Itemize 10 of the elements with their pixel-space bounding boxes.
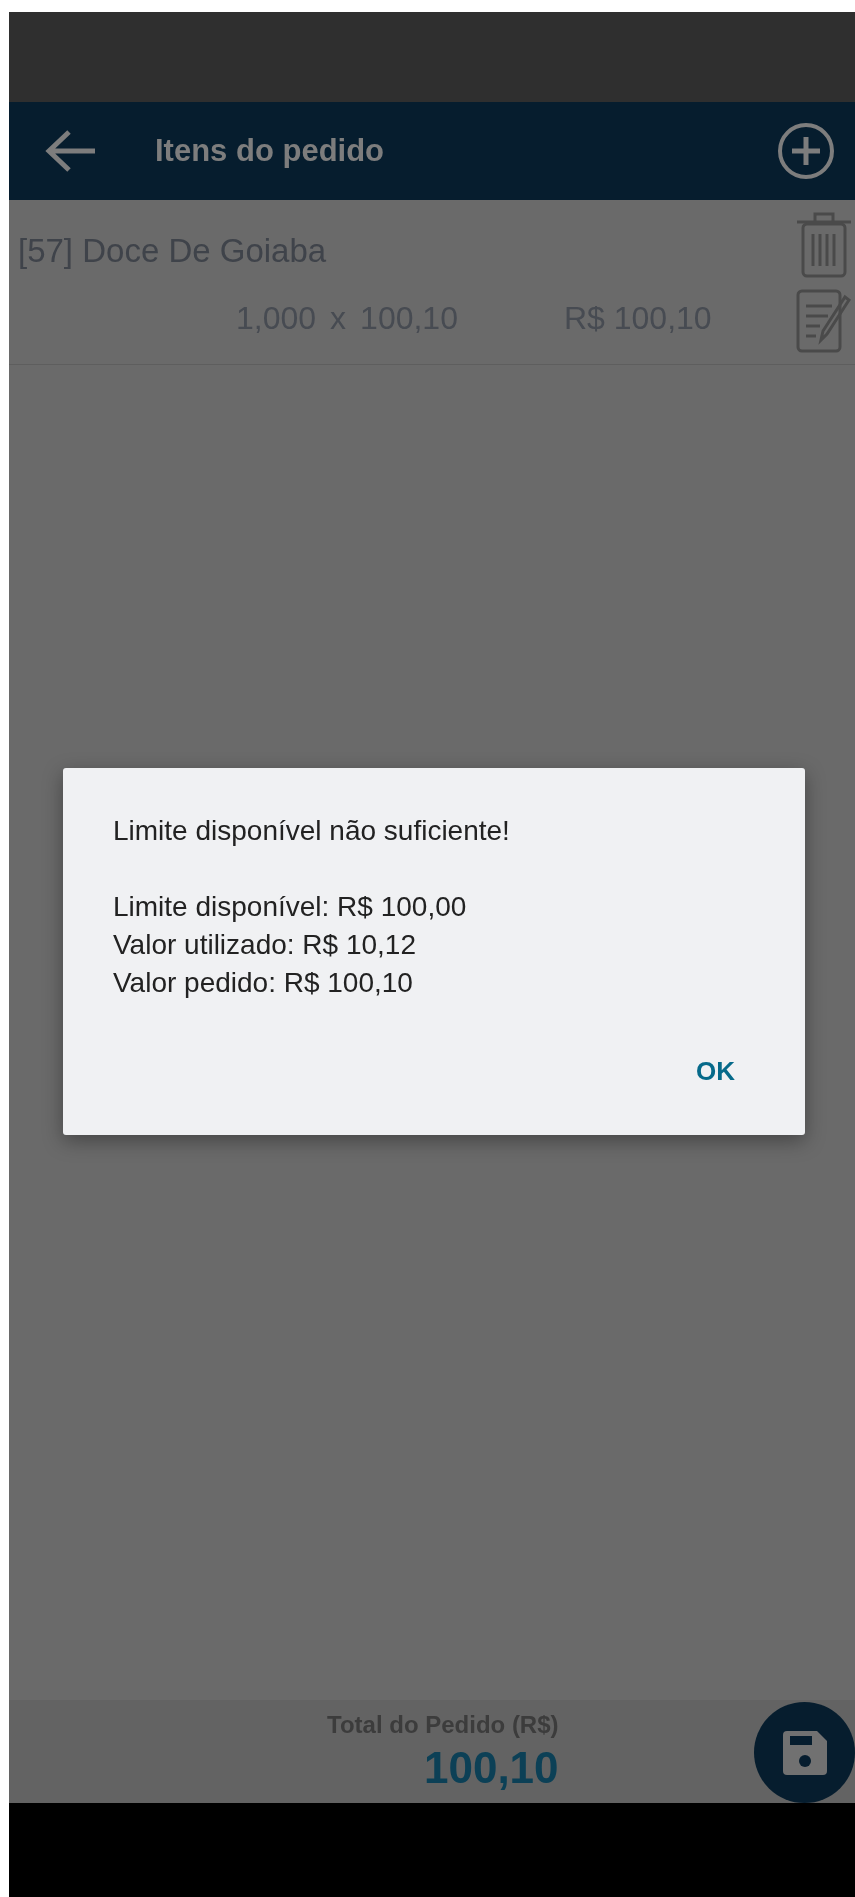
dialog-message-line: Limite disponível: R$ 100,00	[113, 890, 468, 924]
dialog-heading: Limite disponível não suficiente!	[113, 814, 511, 848]
dialog-message-line: Valor utilizado: R$ 10,12	[113, 928, 417, 962]
add-icon[interactable]	[777, 122, 835, 180]
dialog-message-line: Valor pedido: R$ 100,10	[113, 966, 414, 1000]
back-arrow-icon[interactable]	[45, 129, 97, 173]
screen-title: Itens do pedido	[155, 133, 386, 169]
ok-button[interactable]: OK	[676, 1048, 755, 1095]
save-button[interactable]	[754, 1702, 855, 1803]
total-value: 100,10	[423, 1742, 559, 1793]
